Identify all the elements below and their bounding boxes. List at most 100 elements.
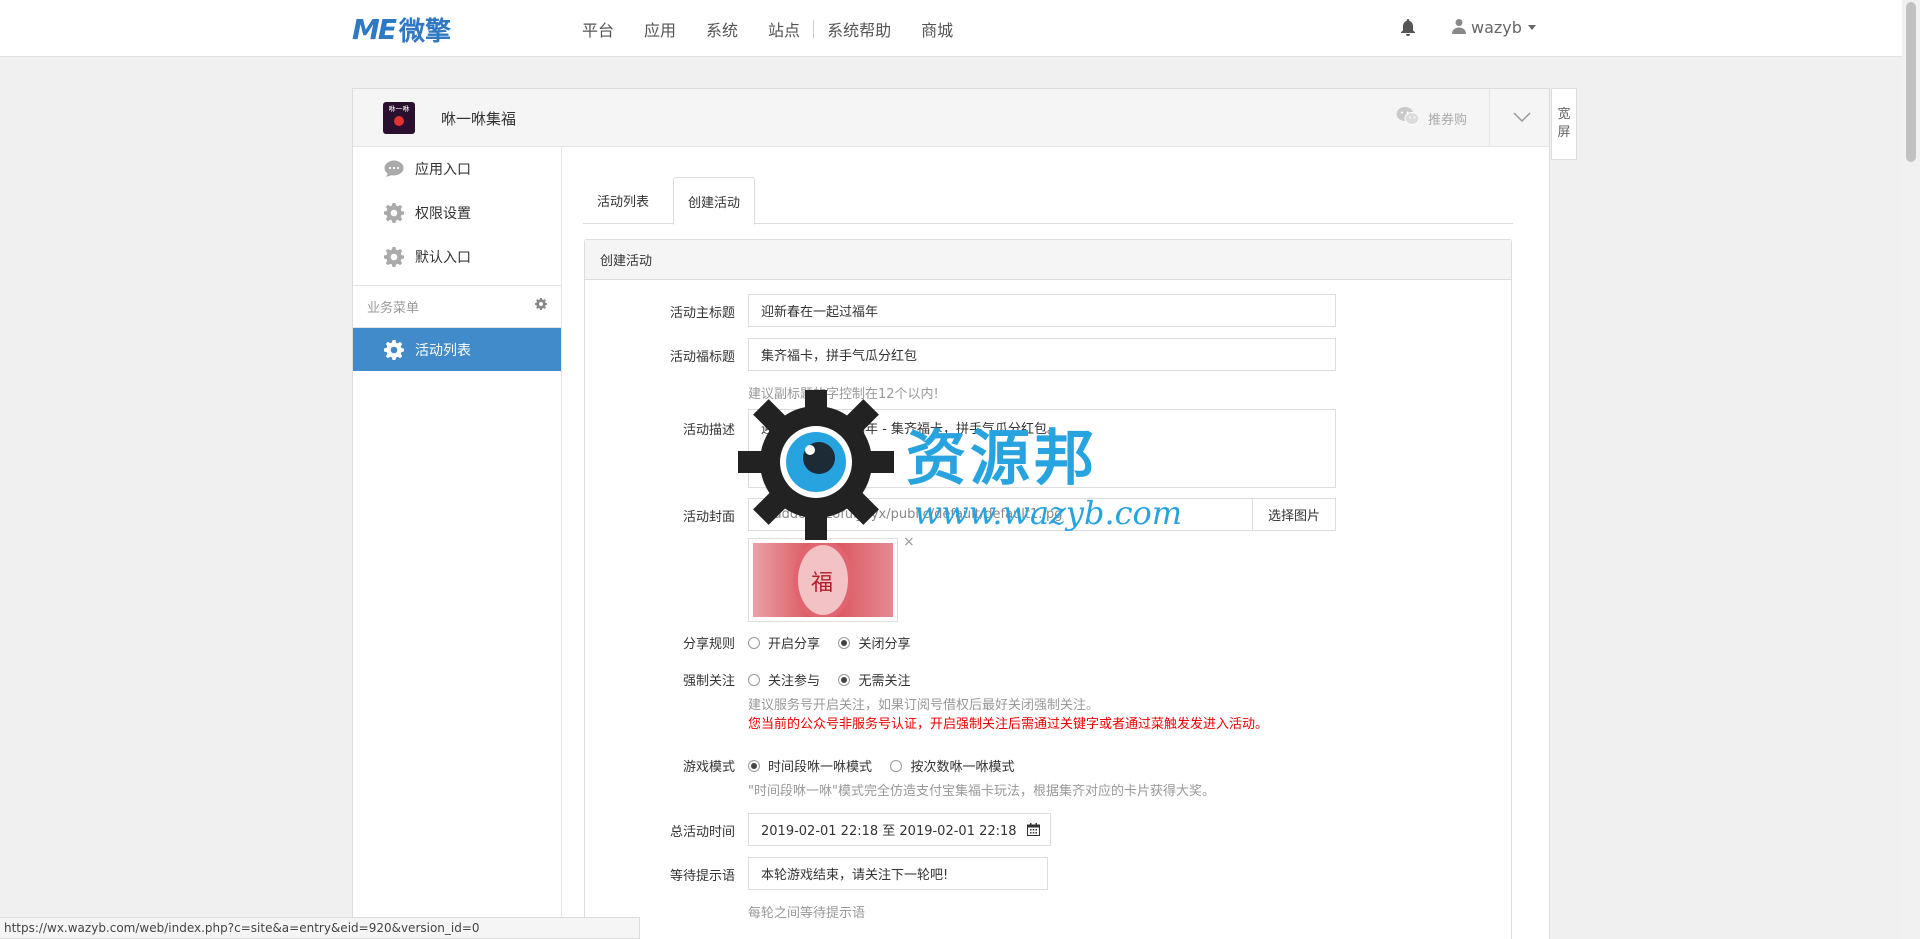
radio-circle-checked [748, 759, 760, 772]
wide-screen-label-1: 宽 [1557, 107, 1571, 122]
radio-label: 无需关注 [858, 674, 911, 689]
status-bar-url: https://wx.wazyb.com/web/index.php?c=sit… [0, 917, 640, 939]
radio-label: 按次数咻一咻模式 [910, 760, 1015, 775]
time-range-value: 2019-02-01 22:18 至 2019-02-01 22:18 [761, 824, 1017, 839]
wait-label: 等待提示语 [669, 869, 735, 884]
mode-label: 游戏模式 [682, 760, 735, 775]
sidebar-item-default-entry[interactable]: 默认入口 [353, 235, 561, 279]
sidebar-item-label: 活动列表 [415, 342, 471, 359]
tab-activity-list[interactable]: 活动列表 [583, 177, 663, 224]
radio-label: 关注参与 [768, 674, 821, 689]
chevron-down-icon[interactable] [1513, 111, 1531, 127]
wide-screen-label-2: 屏 [1557, 125, 1571, 140]
user-icon [1452, 18, 1466, 38]
share-label: 分享规则 [682, 637, 735, 652]
user-name: wazyb [1471, 18, 1522, 37]
mode-radio-time[interactable]: 时间段咻一咻模式 [748, 756, 872, 775]
radio-circle-checked [838, 673, 851, 686]
cover-image: 福 [753, 543, 893, 617]
follow-radio-none[interactable]: 无需关注 [838, 670, 910, 689]
gear-icon [383, 246, 405, 268]
follow-label: 强制关注 [682, 674, 735, 689]
wait-help: 每轮之间等待提示语 [748, 906, 866, 921]
time-label: 总活动时间 [669, 825, 735, 840]
chevron-down-icon [1527, 25, 1536, 30]
follow-radio-group: 关注参与 无需关注 [748, 670, 924, 690]
main-title-label: 活动主标题 [669, 306, 735, 321]
follow-help: 建议服务号开启关注，如果订阅号借权后最好关闭强制关注。 [748, 698, 1100, 713]
follow-warning: 您当前的公众号非服务号认证，开启强制关注后需通过关键字或者通过菜触发发进入活动。 [748, 717, 1269, 732]
sidebar-item-activity-list[interactable]: 活动列表 [353, 327, 561, 371]
watermark-url: www.wazyb.com [914, 494, 1183, 532]
share-radio-off[interactable]: 关闭分享 [838, 633, 910, 652]
sub-title-label: 活动福标题 [669, 350, 735, 365]
brand-name: 微擎 [399, 16, 452, 47]
cover-image-text: 福 [811, 571, 834, 596]
recommend-label: 推券购 [1428, 112, 1468, 128]
nav-help[interactable]: 系统帮助 [827, 17, 891, 41]
sidebar-item-label: 默认入口 [415, 250, 471, 266]
app-title: 咻一咻集福 [441, 110, 517, 128]
vertical-scrollbar[interactable] [1902, 0, 1920, 939]
watermark-title: 资源邦 [906, 424, 1098, 494]
brand-logo[interactable]: ME 微擎 [352, 12, 451, 47]
nav-apps[interactable]: 应用 [644, 17, 676, 41]
recommend-link[interactable]: 推券购 [1396, 89, 1467, 147]
radio-label: 开启分享 [768, 637, 821, 652]
radio-circle [748, 673, 760, 686]
gear-icon [383, 202, 405, 224]
nav-site[interactable]: 站点 [768, 17, 800, 41]
tab-bar: 活动列表 创建活动 [583, 177, 1513, 225]
sidebar: 应用入口 权限设置 默认入口 业务菜单 活动列表 [353, 147, 562, 939]
wechat-icon [1396, 106, 1420, 130]
bell-icon[interactable] [1400, 18, 1418, 36]
main-title-input[interactable]: 迎新春在一起过福年 [748, 294, 1336, 327]
calendar-icon [1027, 823, 1040, 840]
app-icon-text: 咻一咻 [388, 105, 410, 113]
watermark-logo: 资源邦 www.wazyb.com [736, 390, 1216, 540]
sidebar-group-title: 业务菜单 [353, 285, 561, 327]
gear-icon [383, 339, 405, 361]
sidebar-item-label: 权限设置 [415, 206, 471, 222]
mode-radio-count[interactable]: 按次数咻一咻模式 [890, 756, 1014, 775]
radio-label: 时间段咻一咻模式 [768, 760, 873, 775]
mode-radio-group: 时间段咻一咻模式 按次数咻一咻模式 [748, 756, 1028, 776]
radio-circle [890, 759, 903, 772]
sidebar-group-label: 业务菜单 [367, 301, 420, 316]
card-title: 创建活动 [585, 240, 1511, 280]
nav-divider [813, 19, 815, 38]
watermark-gear-icon [738, 390, 894, 540]
scrollbar-thumb[interactable] [1906, 2, 1916, 162]
cover-preview: 福 [748, 538, 898, 622]
select-image-button[interactable]: 选择图片 [1252, 498, 1336, 531]
mode-help: "时间段咻一咻"模式完全仿造支付宝集福卡玩法，根据集齐对应的卡片获得大奖。 [748, 784, 1215, 799]
nav-platform[interactable]: 平台 [582, 17, 614, 41]
brand-mark: ME [352, 12, 397, 46]
gear-icon[interactable] [535, 298, 547, 314]
wait-message-input[interactable]: 本轮游戏结束，请关注下一轮吧! [748, 857, 1048, 890]
main-nav: 平台 应用 系统 站点 系统帮助 商城 [582, 0, 983, 57]
time-range-input[interactable]: 2019-02-01 22:18 至 2019-02-01 22:18 [748, 813, 1051, 846]
user-menu[interactable]: wazyb [1452, 0, 1536, 55]
wide-screen-button[interactable]: 宽 屏 [1551, 88, 1577, 160]
chat-icon [383, 158, 405, 180]
sidebar-item-label: 应用入口 [415, 162, 471, 178]
sidebar-item-permissions[interactable]: 权限设置 [353, 191, 561, 235]
app-icon: 咻一咻 [383, 102, 415, 134]
tab-create-activity[interactable]: 创建活动 [673, 177, 756, 225]
cover-label: 活动封面 [682, 510, 735, 525]
header-divider [1489, 89, 1490, 147]
nav-system[interactable]: 系统 [706, 17, 738, 41]
radio-circle [748, 636, 760, 649]
create-activity-card: 创建活动 活动主标题 迎新春在一起过福年 活动福标题 集齐福卡，拼手气瓜分红包 … [584, 239, 1512, 939]
sidebar-item-app-entry[interactable]: 应用入口 [353, 147, 561, 191]
share-radio-on[interactable]: 开启分享 [748, 633, 820, 652]
sub-title-input[interactable]: 集齐福卡，拼手气瓜分红包 [748, 338, 1336, 371]
nav-store[interactable]: 商城 [921, 17, 953, 41]
share-radio-group: 开启分享 关闭分享 [748, 633, 924, 653]
top-navbar: ME 微擎 平台 应用 系统 站点 系统帮助 商城 wazyb [0, 0, 1902, 57]
follow-radio-required[interactable]: 关注参与 [748, 670, 820, 689]
app-icon-dot [394, 116, 404, 126]
radio-circle-checked [838, 636, 851, 649]
radio-label: 关闭分享 [858, 637, 911, 652]
